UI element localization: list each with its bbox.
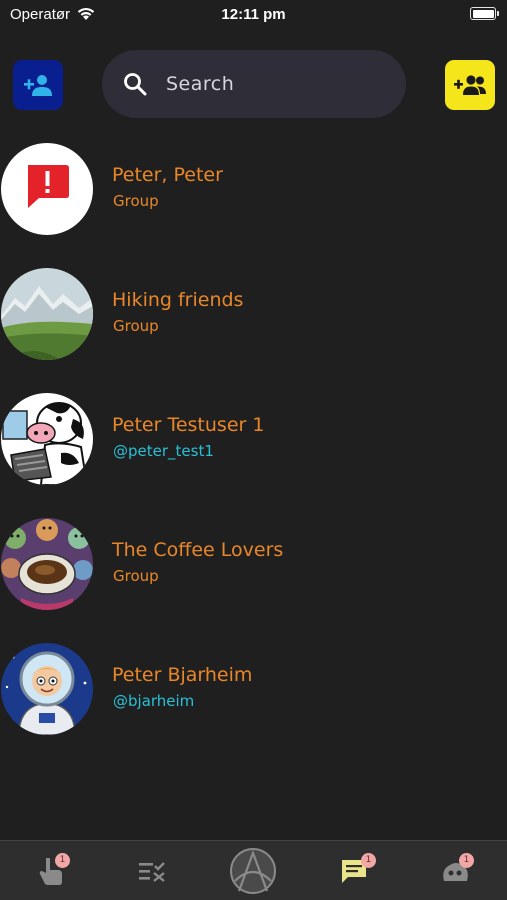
- avatar: [1, 143, 93, 235]
- battery-icon: [470, 7, 499, 20]
- app-root: Operatør 12:11 pm Search Peter, Peter Gr…: [0, 0, 507, 900]
- checklist-icon: [138, 862, 165, 882]
- avatar: [1, 268, 93, 360]
- notification-badge: 1: [361, 853, 376, 868]
- conversation-item[interactable]: Hiking friends Group: [0, 265, 507, 390]
- conversation-item[interactable]: Peter Bjarheim @bjarheim: [0, 640, 507, 765]
- person-add-icon: [24, 75, 52, 96]
- conversation-handle: @bjarheim: [113, 692, 195, 710]
- notification-badge: 1: [459, 853, 474, 868]
- conversation-name: The Coffee Lovers: [112, 539, 284, 561]
- conversation-name: Hiking friends: [112, 289, 244, 311]
- status-bar: Operatør 12:11 pm: [0, 0, 507, 30]
- avatar: [1, 518, 93, 610]
- alert-message-icon: [1, 143, 93, 235]
- cartoon-cow-laptop: [1, 393, 93, 485]
- add-group-button[interactable]: [445, 60, 495, 110]
- conversation-handle: @peter_test1: [113, 442, 214, 460]
- conversation-subtitle: Group: [113, 192, 159, 210]
- astronaut-cartoon: [1, 643, 93, 735]
- notification-badge: 1: [55, 853, 70, 868]
- add-contact-button[interactable]: [13, 60, 63, 110]
- clock-label: 12:11 pm: [221, 6, 286, 23]
- app-logo-icon: [229, 848, 276, 894]
- tab-bar: 1 1 1: [0, 840, 507, 900]
- coffee-cup-crowd: [1, 518, 93, 610]
- tab-chat[interactable]: 1: [303, 841, 404, 900]
- avatar: [1, 643, 93, 735]
- avatar: [1, 393, 93, 485]
- group-add-icon: [454, 75, 486, 95]
- conversation-list: Peter, Peter Group Hiking friends Group: [0, 140, 507, 765]
- mountain-landscape: [1, 268, 93, 360]
- conversation-name: Peter Bjarheim: [112, 664, 253, 686]
- search-icon: [124, 73, 147, 96]
- tab-pointer[interactable]: 1: [0, 841, 101, 900]
- conversation-subtitle: Group: [113, 567, 159, 585]
- tab-checklist[interactable]: [101, 841, 202, 900]
- conversation-subtitle: Group: [113, 317, 159, 335]
- tab-profile[interactable]: 1: [404, 841, 505, 900]
- conversation-item[interactable]: Peter Testuser 1 @peter_test1: [0, 390, 507, 515]
- tab-home[interactable]: [202, 841, 303, 900]
- conversation-item[interactable]: Peter, Peter Group: [0, 140, 507, 265]
- conversation-item[interactable]: The Coffee Lovers Group: [0, 515, 507, 640]
- search-input[interactable]: [166, 66, 386, 102]
- search-bar[interactable]: [102, 50, 406, 118]
- conversation-name: Peter, Peter: [112, 164, 223, 186]
- conversation-name: Peter Testuser 1: [112, 414, 265, 436]
